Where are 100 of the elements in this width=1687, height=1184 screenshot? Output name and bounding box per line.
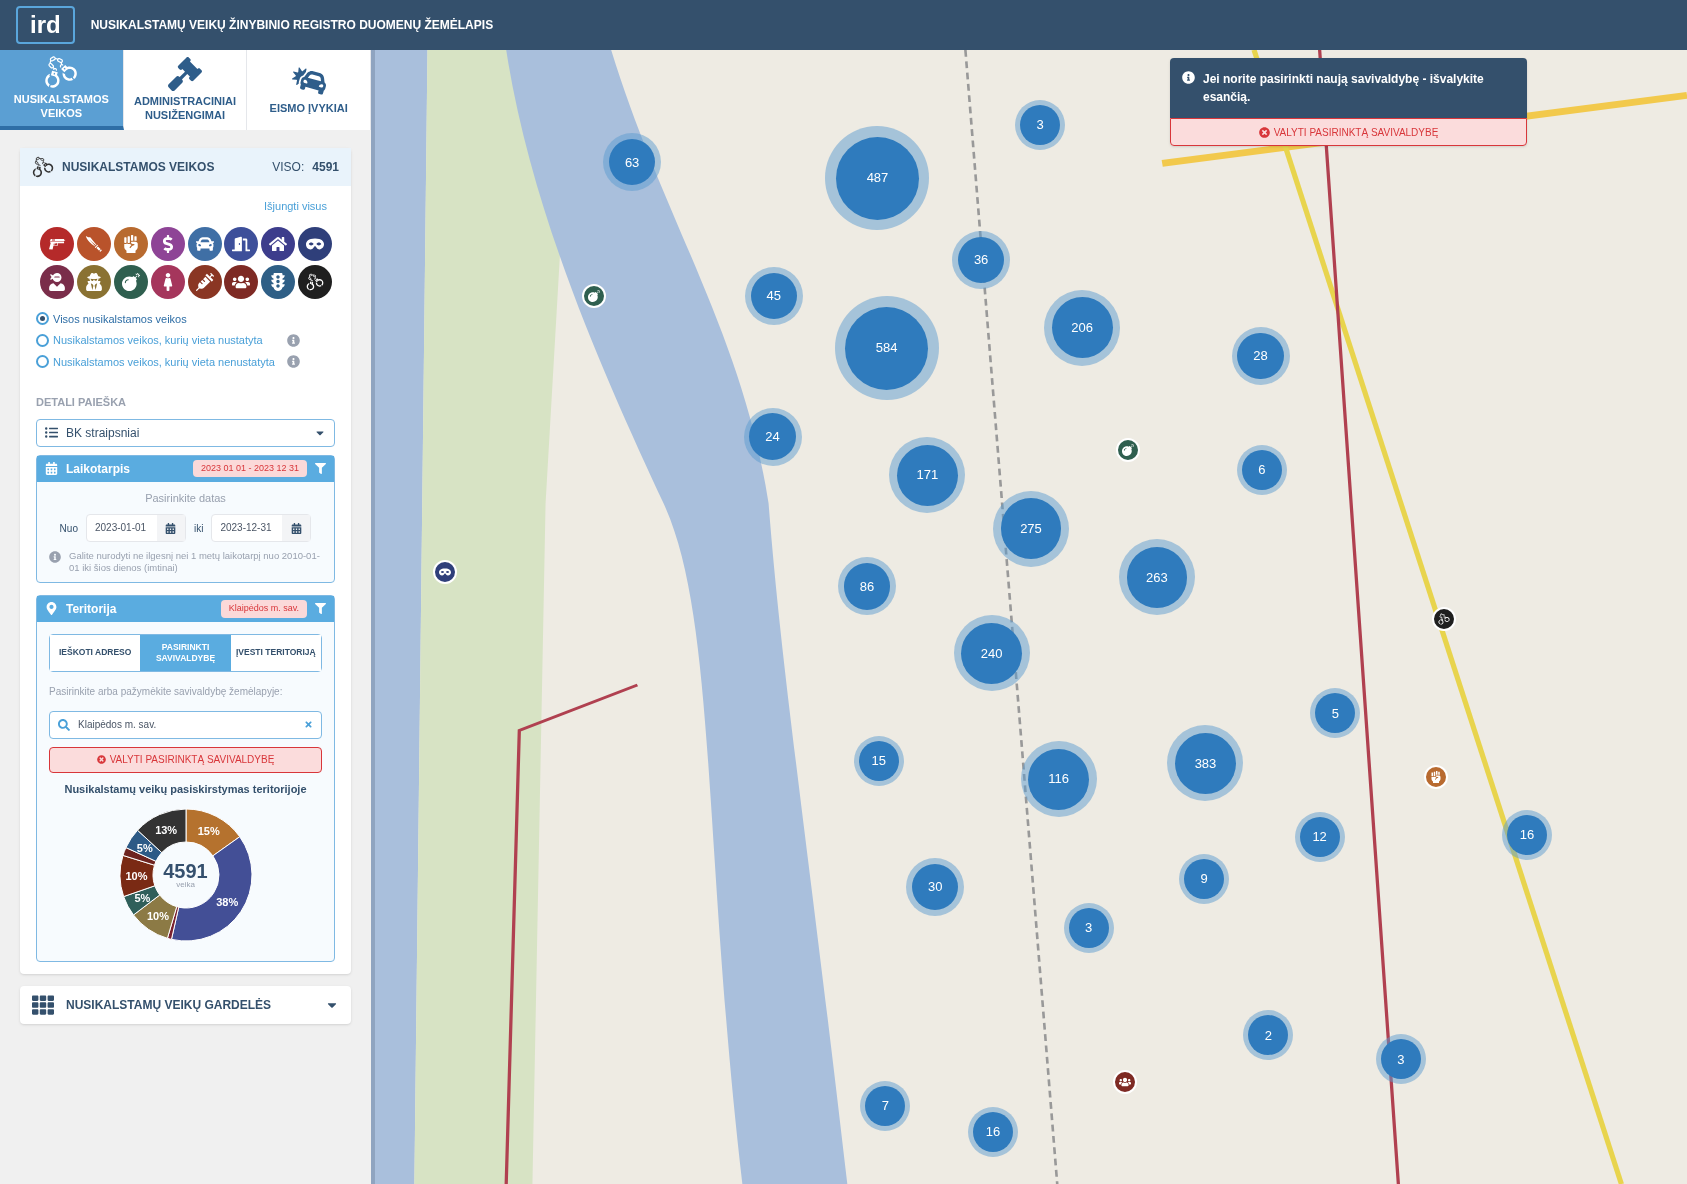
people-icon [1119, 1075, 1132, 1088]
cluster-marker[interactable]: 63 [603, 133, 662, 192]
cluster-marker[interactable]: 2 [1243, 1010, 1294, 1061]
clear-municipality-button[interactable]: VALYTI PASIRINKTĄ SAVIVALDYBĘ [49, 746, 322, 773]
clear-icon[interactable] [304, 720, 313, 730]
slice-label: 10% [125, 870, 147, 883]
cluster-marker[interactable]: 240 [953, 615, 1030, 692]
cluster-marker[interactable]: 275 [993, 490, 1069, 567]
syringe-icon [195, 272, 214, 291]
section-title: Laikotarpis [66, 460, 132, 478]
car-icon [195, 234, 214, 253]
category-toggle[interactable] [113, 226, 148, 261]
close-icon [96, 755, 106, 765]
article-select[interactable]: BK straipsniai [36, 418, 335, 447]
section-title: Teritorija [66, 600, 118, 618]
radio-button[interactable] [36, 355, 49, 369]
category-toggle[interactable] [150, 226, 185, 261]
incident-marker[interactable] [1424, 764, 1449, 789]
category-toggle[interactable] [40, 264, 74, 299]
incident-marker[interactable] [1113, 1069, 1138, 1094]
spy-icon [84, 272, 103, 291]
info-icon [49, 551, 61, 563]
cluster-marker[interactable]: 15 [853, 736, 904, 786]
bomb-icon [1122, 444, 1135, 457]
cluster-marker[interactable]: 383 [1167, 725, 1244, 802]
category-toggle[interactable] [76, 226, 111, 261]
category-toggle[interactable] [298, 264, 333, 299]
from-date-field[interactable]: 2023-01-01 [85, 514, 186, 542]
cluster-marker[interactable]: 16 [967, 1106, 1018, 1157]
cluster-marker[interactable]: 6 [1236, 444, 1287, 495]
category-toggle[interactable] [261, 264, 296, 299]
date-prompt: Pasirinkite datas [145, 490, 226, 506]
calendar-icon [290, 522, 302, 534]
knife-icon [84, 234, 103, 253]
module-tab[interactable]: NUSIKALSTAMOS VEIKOS [0, 50, 124, 130]
cluster-marker[interactable]: 28 [1231, 327, 1290, 386]
map-panel[interactable]: 63 487 3 36 45 584 206 28 24 171 6 275 263 86 240 5 15 116 383 12 16 9 30 3 2 3 7 16 Jei norite pasirinkti naują savivaldybę - išvalykite esančią. VALYTI PASIRINKTĄ SAVIVALDYBĘ [375, 50, 1687, 1184]
slice-label: 38% [215, 896, 238, 909]
category-toggle[interactable] [224, 264, 259, 299]
date-range-badge: 2023 01 01 - 2023 12 31 [192, 459, 307, 478]
cluster-marker[interactable]: 24 [743, 407, 802, 466]
clear-municipality-button[interactable]: VALYTI PASIRINKTĄ SAVIVALDYBĘ [1170, 118, 1527, 146]
cluster-marker[interactable]: 3 [1015, 99, 1066, 150]
cluster-marker[interactable]: 206 [1044, 289, 1121, 366]
cluster-marker[interactable]: 487 [825, 126, 930, 231]
cluster-marker[interactable]: 5 [1310, 688, 1361, 739]
category-toggle[interactable] [76, 264, 111, 299]
cluster-marker[interactable]: 3 [1375, 1034, 1426, 1085]
cluster-marker[interactable]: 116 [1020, 741, 1097, 818]
cluster-marker[interactable]: 584 [834, 296, 939, 401]
slice-label: 5% [136, 841, 153, 854]
category-toggle[interactable] [298, 226, 333, 261]
territory-tab[interactable]: ĮVESTI TERITORIJĄ [230, 634, 321, 671]
territory-tab[interactable]: IEŠKOTI ADRESO [50, 634, 141, 671]
incident-marker[interactable] [1116, 438, 1141, 463]
category-toggle[interactable] [261, 226, 296, 261]
collapsible-panel[interactable]: NUSIKALSTAMŲ VEIKŲ GARDELĖS [20, 986, 351, 1025]
donut-total: 4591 [163, 861, 208, 882]
panel-title: NUSIKALSTAMŲ VEIKŲ GARDELĖS [66, 997, 273, 1015]
fist-icon [1430, 770, 1443, 783]
total-label: VISO: [272, 159, 305, 176]
close-icon [1258, 126, 1270, 138]
category-toggle[interactable] [150, 264, 185, 299]
cluster-marker[interactable]: 16 [1501, 809, 1552, 860]
panel-title: NUSIKALSTAMOS VEIKOS [62, 159, 216, 176]
disable-all-link[interactable]: Išjungti visus [264, 198, 327, 215]
category-toggle[interactable] [113, 264, 148, 299]
cluster-marker[interactable]: 9 [1179, 853, 1230, 904]
cluster-marker[interactable]: 171 [889, 437, 966, 514]
cluster-marker[interactable]: 3 [1063, 902, 1114, 953]
cluster-marker[interactable]: 30 [906, 857, 965, 916]
cluster-marker[interactable]: 86 [838, 557, 896, 616]
territory-tab[interactable]: PASIRINKTI SAVIVALDYBĘ [140, 634, 231, 671]
list-icon [45, 426, 58, 439]
category-toggle[interactable] [187, 264, 222, 299]
slice-label: 13% [154, 823, 177, 836]
cluster-marker[interactable]: 263 [1118, 539, 1195, 616]
cluster-marker[interactable]: 7 [860, 1080, 911, 1131]
incident-marker[interactable] [1432, 607, 1457, 632]
donut-unit: veika [176, 881, 195, 890]
slice-label: 15% [197, 825, 220, 838]
info-icon[interactable] [287, 355, 300, 369]
category-toggle[interactable] [224, 226, 259, 261]
total-count: 4591 [312, 159, 339, 176]
from-label: Nuo [59, 521, 78, 536]
cluster-marker[interactable]: 12 [1294, 812, 1345, 862]
category-toggle[interactable] [40, 226, 74, 261]
municipality-search-field[interactable]: Klaipėdos m. sav. [49, 710, 322, 739]
logo: ird [16, 6, 75, 44]
radio-button[interactable] [36, 333, 49, 347]
to-date-field[interactable]: 2023-12-31 [211, 514, 312, 542]
radio-label: Nusikalstamos veikos, kurių vieta nenustatyta [53, 354, 276, 370]
app-title: NUSIKALSTAMŲ VEIKŲ ŽINYBINIO REGISTRO DUOMENŲ ŽEMĖLAPIS [90, 16, 494, 34]
cluster-marker[interactable]: 36 [952, 230, 1011, 289]
radio-button[interactable] [36, 312, 49, 326]
calendar-icon [45, 462, 58, 475]
category-toggle[interactable] [187, 226, 222, 261]
territory-prompt: Pasirinkite arba pažymėkite savivaldybę žemėlapyje: [49, 684, 284, 699]
cluster-marker[interactable]: 45 [744, 267, 803, 326]
info-icon[interactable] [287, 333, 300, 347]
